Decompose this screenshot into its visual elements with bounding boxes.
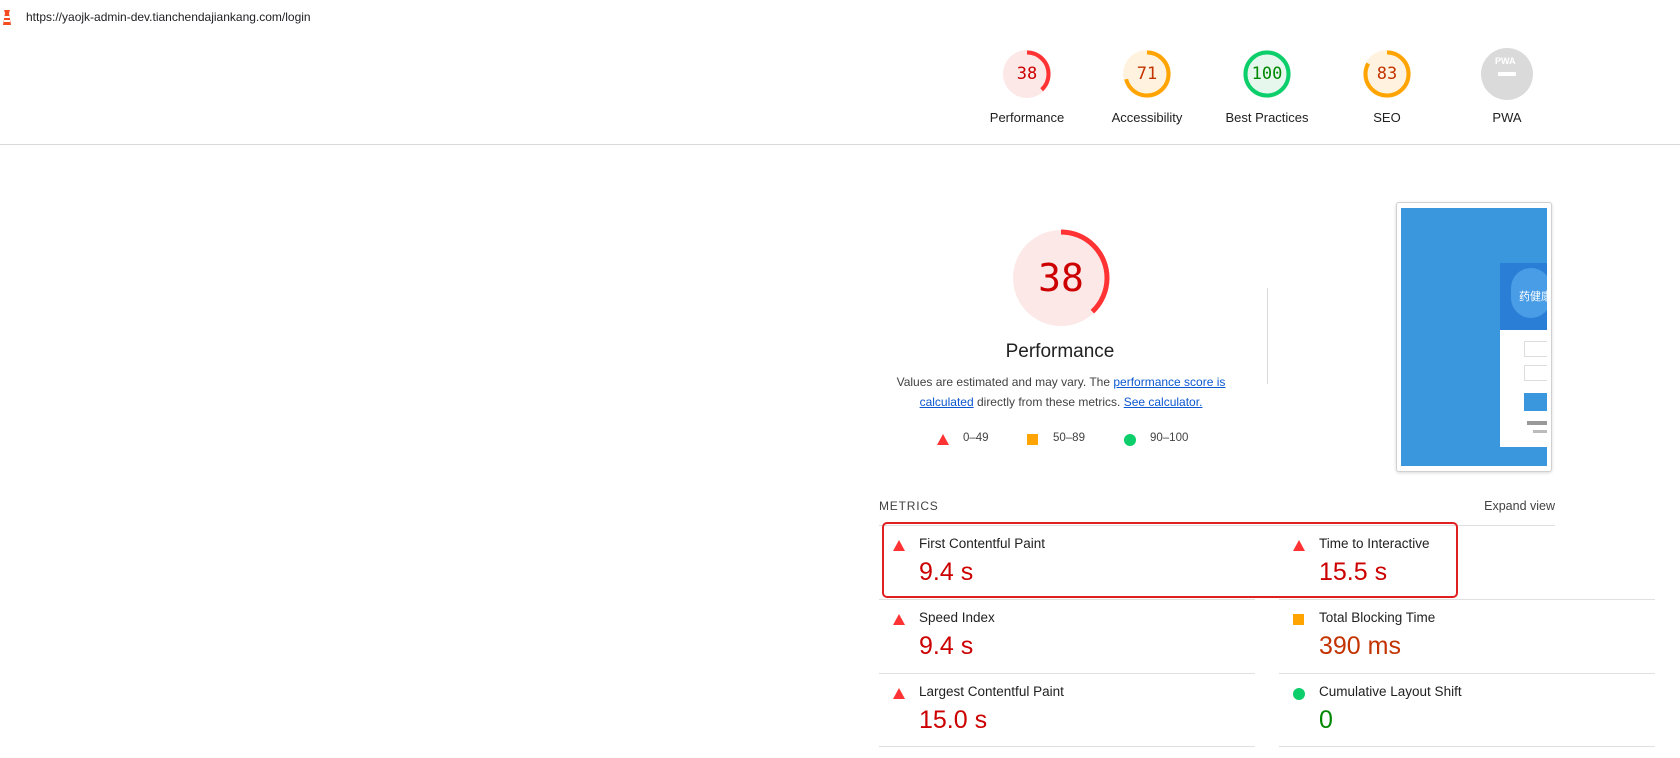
metric-value: 0 bbox=[1319, 706, 1333, 734]
circle-icon bbox=[1124, 434, 1136, 446]
circle-icon bbox=[1293, 688, 1305, 700]
metric-title: Cumulative Layout Shift bbox=[1319, 684, 1462, 699]
metric-largest-contentful-paint: Largest Contentful Paint 15.0 s bbox=[879, 676, 1239, 748]
performance-gauge: 38 bbox=[1001, 48, 1053, 100]
metric-title: Total Blocking Time bbox=[1319, 610, 1436, 625]
nav-gauge-pwa[interactable]: PWA PWA bbox=[1452, 48, 1562, 125]
best-practices-gauge: 100 bbox=[1241, 48, 1293, 100]
metric-title: Largest Contentful Paint bbox=[919, 684, 1064, 699]
accessibility-score: 71 bbox=[1136, 64, 1158, 84]
nav-gauge-performance[interactable]: 38 Performance bbox=[972, 48, 1082, 125]
pwa-label: PWA bbox=[1492, 110, 1522, 125]
address-bar: https://yaojk-admin-dev.tianchendajianka… bbox=[0, 0, 1680, 35]
seo-gauge: 83 bbox=[1361, 48, 1413, 100]
best-practices-score: 100 bbox=[1251, 64, 1283, 84]
legend-pass-label: 90–100 bbox=[1150, 432, 1189, 444]
legend-average-label: 50–89 bbox=[1053, 432, 1085, 444]
highlight-box bbox=[882, 522, 1458, 598]
expand-view-toggle[interactable]: Expand view bbox=[1484, 499, 1555, 513]
divider bbox=[879, 746, 1255, 747]
performance-big-score: 38 bbox=[1038, 256, 1084, 300]
metric-value: 15.0 s bbox=[919, 706, 988, 734]
best-practices-label: Best Practices bbox=[1225, 110, 1309, 125]
divider bbox=[879, 673, 1255, 674]
seo-score: 83 bbox=[1376, 64, 1398, 84]
lighthouse-icon bbox=[3, 10, 11, 25]
nav-gauge-best-practices[interactable]: 100 Best Practices bbox=[1212, 48, 1322, 125]
performance-description: Values are estimated and may vary. The p… bbox=[896, 375, 1226, 409]
performance-title: Performance bbox=[1005, 341, 1115, 362]
accessibility-gauge: 71 bbox=[1121, 48, 1173, 100]
see-calculator-link[interactable]: See calculator. bbox=[1124, 395, 1203, 409]
legend-fail-label: 0–49 bbox=[963, 432, 989, 444]
triangle-icon bbox=[937, 434, 949, 445]
nav-gauge-seo[interactable]: 83 SEO bbox=[1332, 48, 1442, 125]
performance-label: Performance bbox=[989, 110, 1065, 125]
triangle-icon bbox=[893, 614, 905, 625]
accessibility-label: Accessibility bbox=[1111, 110, 1183, 125]
metric-value: 390 ms bbox=[1319, 632, 1401, 660]
metrics-heading: METRICS bbox=[879, 499, 939, 513]
metric-title: Speed Index bbox=[919, 610, 995, 625]
category-nav: 38 Performance 71 Accessibility 100 Best… bbox=[0, 34, 1680, 145]
metric-value: 9.4 s bbox=[919, 632, 974, 660]
square-icon bbox=[1027, 434, 1038, 445]
divider bbox=[1279, 673, 1655, 674]
screenshot-title: 药健康 bbox=[1519, 291, 1547, 303]
performance-big-gauge: 38 bbox=[1011, 228, 1111, 328]
seo-label: SEO bbox=[1373, 110, 1401, 125]
divider bbox=[1279, 746, 1655, 747]
performance-score: 38 bbox=[1016, 64, 1038, 84]
pwa-badge-icon: PWA bbox=[1481, 48, 1533, 100]
nav-gauge-accessibility[interactable]: 71 Accessibility bbox=[1092, 48, 1202, 125]
pwa-badge-text: PWA bbox=[1495, 56, 1516, 66]
page-url[interactable]: https://yaojk-admin-dev.tianchendajianka… bbox=[26, 10, 311, 24]
final-screenshot[interactable]: 药健康 bbox=[1396, 202, 1552, 472]
metric-total-blocking-time: Total Blocking Time 390 ms bbox=[1279, 602, 1639, 674]
triangle-icon bbox=[893, 688, 905, 699]
divider bbox=[1279, 599, 1655, 600]
divider bbox=[1267, 288, 1268, 384]
divider bbox=[879, 599, 1255, 600]
metric-cumulative-layout-shift: Cumulative Layout Shift 0 bbox=[1279, 676, 1639, 748]
square-icon bbox=[1293, 614, 1304, 625]
metric-speed-index: Speed Index 9.4 s bbox=[879, 602, 1239, 674]
